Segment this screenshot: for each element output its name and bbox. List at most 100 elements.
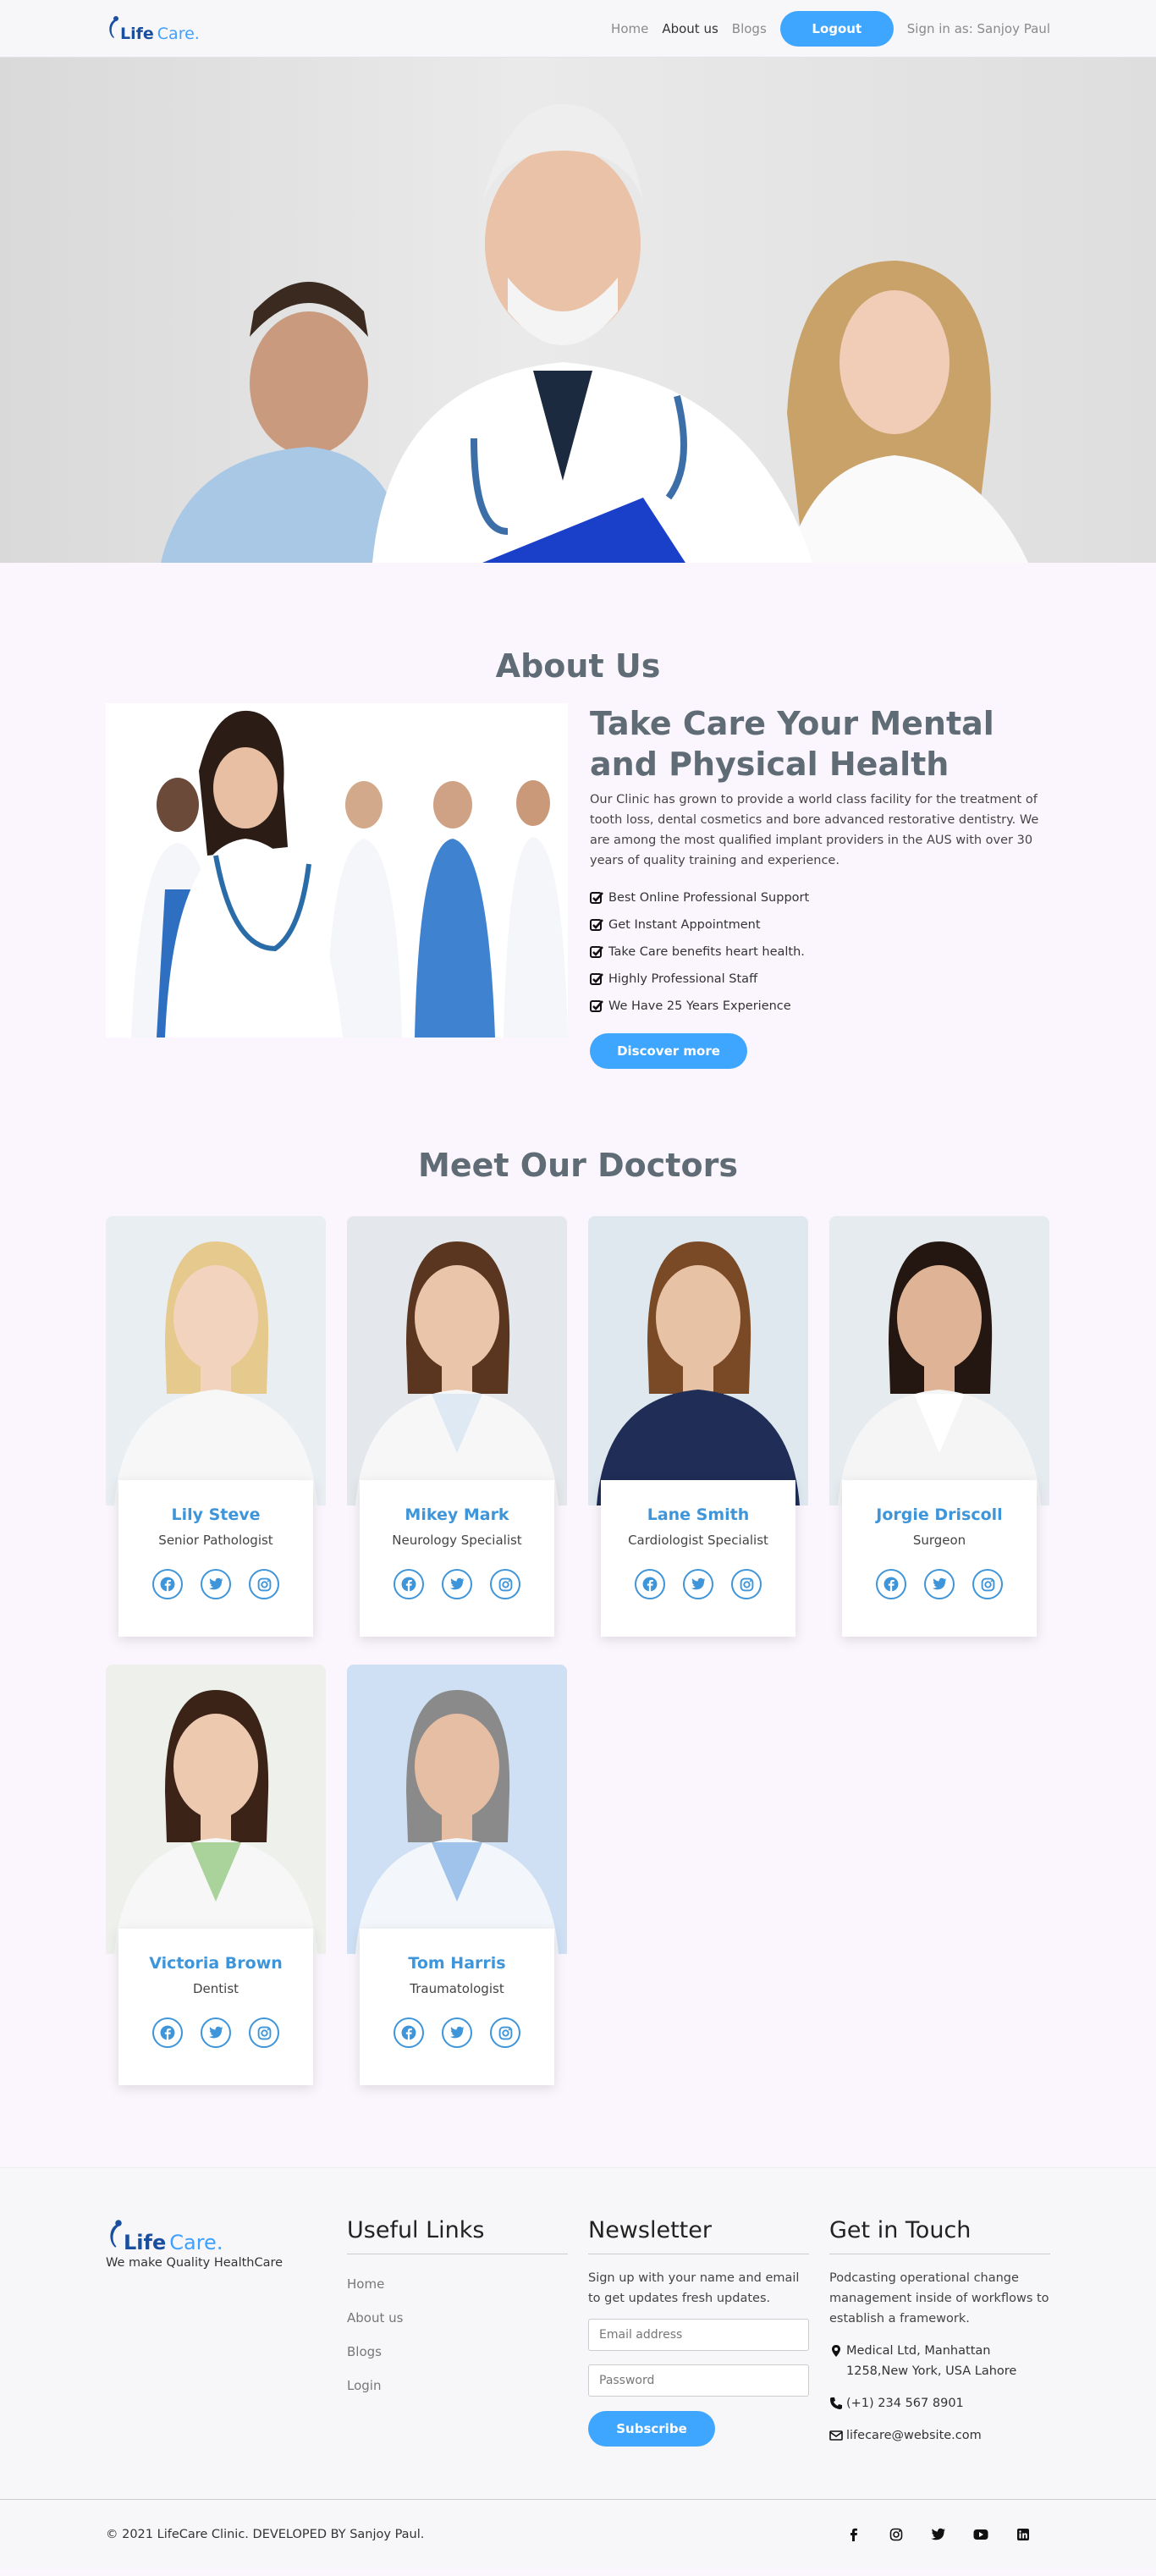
doctor-card: Lily Steve Senior Pathologist [106,1216,326,1639]
facebook-icon[interactable] [635,1569,665,1599]
useful-links-title: Useful Links [347,2217,568,2254]
youtube-icon[interactable] [972,2526,989,2543]
facebook-icon[interactable] [394,1569,424,1599]
site-logo[interactable]: Life Care. [106,14,200,43]
check-icon [590,919,603,931]
check-icon [590,946,603,958]
footer-logo[interactable]: Life Care. [106,2217,347,2254]
instagram-icon[interactable] [888,2526,905,2543]
feature-item: Take Care benefits heart health. [590,938,1050,966]
facebook-icon[interactable] [845,2526,862,2543]
facebook-icon[interactable] [152,2017,183,2048]
footer-link-home[interactable]: Home [347,2276,588,2310]
instagram-icon[interactable] [249,1569,279,1599]
instagram-icon[interactable] [249,2017,279,2048]
twitter-icon[interactable] [201,1569,231,1599]
doctor-info-box: Jorgie Driscoll Surgeon [842,1480,1037,1637]
doctor-name[interactable]: Mikey Mark [360,1505,554,1524]
footer-link-login[interactable]: Login [347,2378,588,2412]
email-field[interactable]: Email address [588,2319,809,2351]
hero-banner [0,58,1156,563]
check-icon [590,1000,603,1012]
twitter-icon[interactable] [924,1569,955,1599]
doctor-role: Surgeon [912,1533,966,1548]
footer-link-blogs[interactable]: Blogs [347,2344,588,2378]
about-section: About Us Take Care Your Mental and Physi… [106,563,1050,1069]
instagram-icon[interactable] [490,2017,520,2048]
doctor-info-box: Lane Smith Cardiologist Specialist [601,1480,795,1637]
nav-blogs[interactable]: Blogs [732,21,767,36]
doctor-photo [106,1216,326,1505]
envelope-icon [829,2430,843,2441]
doctor-social-links [360,2017,554,2048]
twitter-icon[interactable] [442,1569,472,1599]
doctor-photo [347,1216,567,1505]
doctor-photo [829,1216,1049,1505]
doctor-role: Cardiologist Specialist [628,1533,768,1548]
hero-doctors-image [161,104,1028,563]
feature-item: We Have 25 Years Experience [590,993,1050,1020]
contact-address: Medical Ltd, Manhattan 1258,New York, US… [829,2341,1050,2381]
doctor-social-links [118,1569,313,1599]
doctor-role: Senior Pathologist [158,1533,273,1548]
about-team-image [106,703,568,1038]
navbar: Life Care. Home About us Blogs Logout Si… [0,0,1156,58]
doctor-name[interactable]: Lily Steve [118,1505,313,1524]
map-marker-icon [832,2345,840,2357]
newsletter-title: Newsletter [588,2217,809,2254]
doctors-section-title: Meet Our Doctors [418,1147,738,1184]
contact-email: lifecare@website.com [829,2425,1050,2446]
doctor-social-links [118,2017,313,2048]
doctor-info-box: Lily Steve Senior Pathologist [118,1480,313,1637]
doctor-photo [106,1665,326,1954]
twitter-icon[interactable] [442,2017,472,2048]
twitter-icon[interactable] [201,2017,231,2048]
facebook-icon[interactable] [394,2017,424,2048]
twitter-icon[interactable] [683,1569,713,1599]
instagram-icon[interactable] [972,1569,1003,1599]
nav-home[interactable]: Home [611,21,648,36]
about-heading: Take Care Your Mental and Physical Healt… [590,705,994,783]
instagram-icon[interactable] [490,1569,520,1599]
phone-icon [830,2397,842,2409]
doctor-name[interactable]: Jorgie Driscoll [842,1505,1037,1524]
doctor-card: Lane Smith Cardiologist Specialist [588,1216,808,1639]
about-paragraph: Our Clinic has grown to provide a world … [590,793,1039,867]
check-icon [590,973,603,985]
doctor-social-links [360,1569,554,1599]
newsletter-text: Sign up with your name and email to get … [588,2271,800,2305]
nav-links: Home About us Blogs Logout Sign in as: S… [611,11,1050,47]
twitter-icon[interactable] [930,2526,947,2543]
nav-about[interactable]: About us [662,21,718,36]
doctor-social-links [842,1569,1037,1599]
footer-social-icons [845,2526,1032,2543]
doctor-info-box: Tom Harris Traumatologist [360,1929,554,2085]
doctor-name[interactable]: Victoria Brown [118,1954,313,1973]
contact-phone: (+1) 234 567 8901 [829,2393,1050,2414]
discover-more-button[interactable]: Discover more [590,1033,747,1069]
copyright-text: © 2021 LifeCare Clinic. DEVELOPED BY San… [106,2528,425,2541]
linkedin-icon[interactable] [1015,2526,1032,2543]
contact-text: Podcasting operational change management… [829,2271,1049,2326]
doctors-grid: Lily Steve Senior Pathologist Mikey Mark Ne… [106,1216,1050,2088]
doctor-name[interactable]: Tom Harris [360,1954,554,1973]
feature-item: Get Instant Appointment [590,911,1050,938]
footer-link-about[interactable]: About us [347,2310,588,2344]
footer-tagline: We make Quality HealthCare [106,2256,283,2270]
doctor-name[interactable]: Lane Smith [601,1505,795,1524]
instagram-icon[interactable] [731,1569,762,1599]
doctor-role: Neurology Specialist [392,1533,522,1548]
facebook-icon[interactable] [152,1569,183,1599]
doctors-section: Meet Our Doctors Lily Steve Senior Pathol… [106,1069,1050,2088]
password-field[interactable]: Password [588,2364,809,2397]
doctor-photo [347,1665,567,1954]
doctor-card: Tom Harris Traumatologist [347,1665,567,2088]
logo-text-care: Care. [157,25,200,43]
logout-button[interactable]: Logout [779,11,894,47]
footer-bottom-bar: © 2021 LifeCare Clinic. DEVELOPED BY San… [0,2499,1156,2568]
about-section-title: About Us [495,647,661,685]
doctor-role: Traumatologist [410,1981,504,1996]
subscribe-button[interactable]: Subscribe [588,2411,715,2447]
facebook-icon[interactable] [876,1569,906,1599]
feature-item: Best Online Professional Support [590,884,1050,911]
